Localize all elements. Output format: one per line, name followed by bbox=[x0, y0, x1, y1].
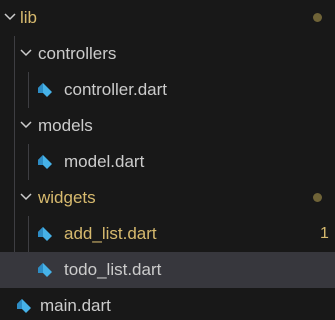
tree-item-add-list-dart[interactable]: add_list.dart 1 bbox=[0, 216, 335, 252]
tree-item-main-dart[interactable]: main.dart bbox=[0, 288, 335, 320]
file-label: add_list.dart bbox=[64, 224, 157, 243]
file-label: todo_list.dart bbox=[64, 260, 162, 279]
tree-item-models[interactable]: models bbox=[0, 108, 335, 144]
dart-file-icon bbox=[38, 227, 52, 241]
file-label: controller.dart bbox=[64, 80, 167, 99]
tree-item-widgets[interactable]: widgets bbox=[0, 180, 335, 216]
dart-file-icon bbox=[17, 299, 31, 313]
chevron-down-icon bbox=[20, 49, 32, 57]
modified-dot-indicator bbox=[313, 13, 322, 22]
folder-label: lib bbox=[20, 8, 38, 27]
tree-item-controllers[interactable]: controllers bbox=[0, 36, 335, 72]
chevron-down-icon bbox=[20, 193, 32, 201]
chevron-down-icon bbox=[4, 13, 16, 21]
tree-item-controller-dart[interactable]: controller.dart bbox=[0, 72, 335, 108]
dart-file-icon bbox=[38, 263, 52, 277]
folder-label: controllers bbox=[38, 44, 117, 63]
file-label: main.dart bbox=[40, 296, 111, 315]
folder-label: models bbox=[38, 116, 93, 135]
chevron-down-icon bbox=[20, 121, 32, 129]
folder-label: widgets bbox=[38, 188, 96, 207]
tree-item-lib[interactable]: lib bbox=[0, 0, 335, 36]
file-explorer-tree: lib controllers controller.dart models m… bbox=[0, 0, 335, 320]
dart-file-icon bbox=[38, 83, 52, 97]
file-label: model.dart bbox=[64, 152, 145, 171]
tree-item-todo-list-dart[interactable]: todo_list.dart bbox=[0, 252, 335, 288]
dart-file-icon bbox=[38, 155, 52, 169]
problem-count-badge: 1 bbox=[320, 225, 329, 242]
tree-item-model-dart[interactable]: model.dart bbox=[0, 144, 335, 180]
modified-dot-indicator bbox=[313, 193, 322, 202]
